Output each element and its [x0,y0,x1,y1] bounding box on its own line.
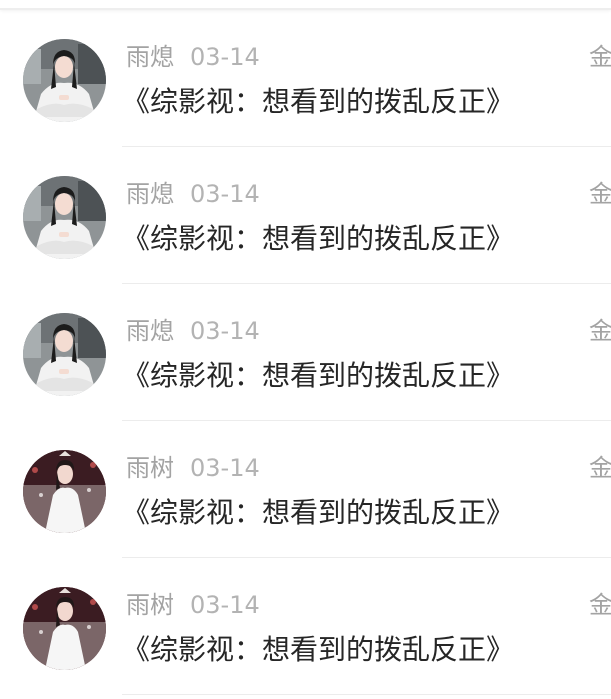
author-name[interactable]: 雨熄 [126,43,174,71]
author-name[interactable]: 雨熄 [126,317,174,345]
side-label: 金 [589,43,611,71]
work-list: 雨熄 03-14 《综影视：想看到的拨乱反正》 金 雨熄 03-14 《综影视：… [0,10,611,695]
author-name[interactable]: 雨熄 [126,180,174,208]
list-item[interactable]: 雨树 03-14 《综影视：想看到的拨乱反正》 金 [0,558,611,695]
side-label: 金 [589,180,611,208]
author-name[interactable]: 雨树 [126,591,174,619]
page: 雨熄 03-14 《综影视：想看到的拨乱反正》 金 雨熄 03-14 《综影视：… [0,0,611,699]
post-date: 03-14 [190,43,260,71]
post-date: 03-14 [190,591,260,619]
avatar[interactable] [23,176,106,259]
post-date: 03-14 [190,454,260,482]
author-name[interactable]: 雨树 [126,454,174,482]
divider [122,694,611,695]
work-title[interactable]: 《综影视：想看到的拨乱反正》 [122,84,514,120]
meta-row: 雨熄 03-14 [126,316,260,346]
work-title[interactable]: 《综影视：想看到的拨乱反正》 [122,358,514,394]
avatar[interactable] [23,313,106,396]
woman-gray-background-avatar-icon [23,39,106,122]
meta-row: 雨树 03-14 [126,453,260,483]
list-item[interactable]: 雨熄 03-14 《综影视：想看到的拨乱反正》 金 [0,10,611,147]
woman-gray-background-avatar-icon [23,313,106,396]
work-title[interactable]: 《综影视：想看到的拨乱反正》 [122,632,514,668]
work-title[interactable]: 《综影视：想看到的拨乱反正》 [122,221,514,257]
work-title[interactable]: 《综影视：想看到的拨乱反正》 [122,495,514,531]
post-date: 03-14 [190,317,260,345]
list-item[interactable]: 雨熄 03-14 《综影视：想看到的拨乱反正》 金 [0,284,611,421]
side-label: 金 [589,317,611,345]
woman-gray-background-avatar-icon [23,176,106,259]
side-label: 金 [589,454,611,482]
post-date: 03-14 [190,180,260,208]
avatar[interactable] [23,39,106,122]
woman-dark-red-background-avatar-icon [23,587,106,670]
woman-dark-red-background-avatar-icon [23,450,106,533]
list-item[interactable]: 雨熄 03-14 《综影视：想看到的拨乱反正》 金 [0,147,611,284]
list-item[interactable]: 雨树 03-14 《综影视：想看到的拨乱反正》 金 [0,421,611,558]
meta-row: 雨熄 03-14 [126,179,260,209]
avatar[interactable] [23,450,106,533]
meta-row: 雨树 03-14 [126,590,260,620]
meta-row: 雨熄 03-14 [126,42,260,72]
avatar[interactable] [23,587,106,670]
top-bar [0,0,611,10]
side-label: 金 [589,591,611,619]
